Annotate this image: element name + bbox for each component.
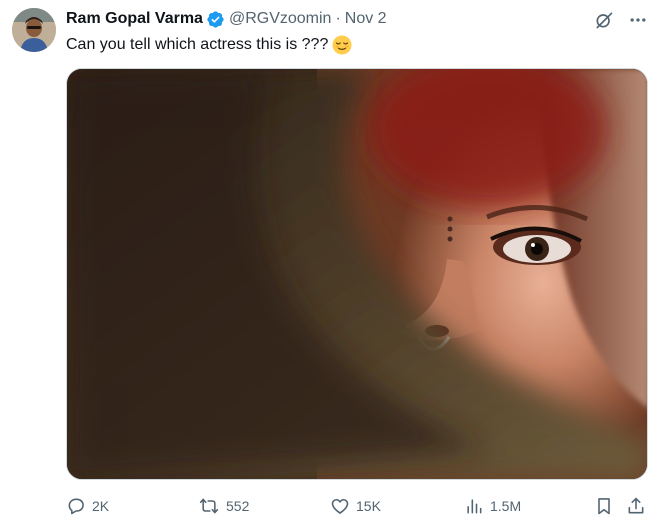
relieved-face-emoji: [332, 35, 352, 55]
bookmark-icon: [594, 496, 614, 516]
retweet-button[interactable]: 552: [198, 492, 249, 520]
tweet[interactable]: Ram Gopal Varma @RGVzoomin · Nov 2 Can y…: [0, 0, 664, 526]
more-icon[interactable]: [626, 8, 650, 32]
views-icon: [464, 496, 484, 516]
reply-button[interactable]: 2K: [66, 492, 109, 520]
share-button[interactable]: [626, 492, 646, 520]
tweet-header-actions: [592, 8, 650, 32]
retweet-icon: [198, 496, 220, 516]
views-count: 1.5M: [490, 498, 522, 514]
author-handle[interactable]: @RGVzoomin: [229, 10, 332, 28]
grok-icon[interactable]: [592, 8, 616, 32]
like-count: 15K: [356, 498, 381, 514]
reply-icon: [66, 496, 86, 516]
tweet-text: Can you tell which actress this is ???: [66, 34, 352, 56]
verified-badge-icon: [206, 10, 225, 29]
like-button[interactable]: 15K: [330, 492, 381, 520]
media-photo: [67, 69, 647, 479]
tweet-media-image[interactable]: [66, 68, 648, 480]
tweet-text-content: Can you tell which actress this is ???: [66, 36, 329, 53]
share-icon: [626, 496, 646, 516]
retweet-count: 552: [226, 498, 250, 514]
author-name[interactable]: Ram Gopal Varma: [66, 10, 203, 28]
header-separator: ·: [335, 10, 341, 27]
like-icon: [330, 496, 350, 516]
tweet-action-bar: 2K 552 15K 1.5M: [60, 492, 654, 520]
bookmark-button[interactable]: [594, 492, 614, 520]
views-button[interactable]: 1.5M: [464, 492, 521, 520]
tweet-header: Ram Gopal Varma @RGVzoomin · Nov 2: [66, 8, 387, 30]
tweet-date[interactable]: Nov 2: [345, 10, 387, 28]
reply-count: 2K: [92, 498, 110, 514]
avatar[interactable]: [12, 8, 56, 52]
